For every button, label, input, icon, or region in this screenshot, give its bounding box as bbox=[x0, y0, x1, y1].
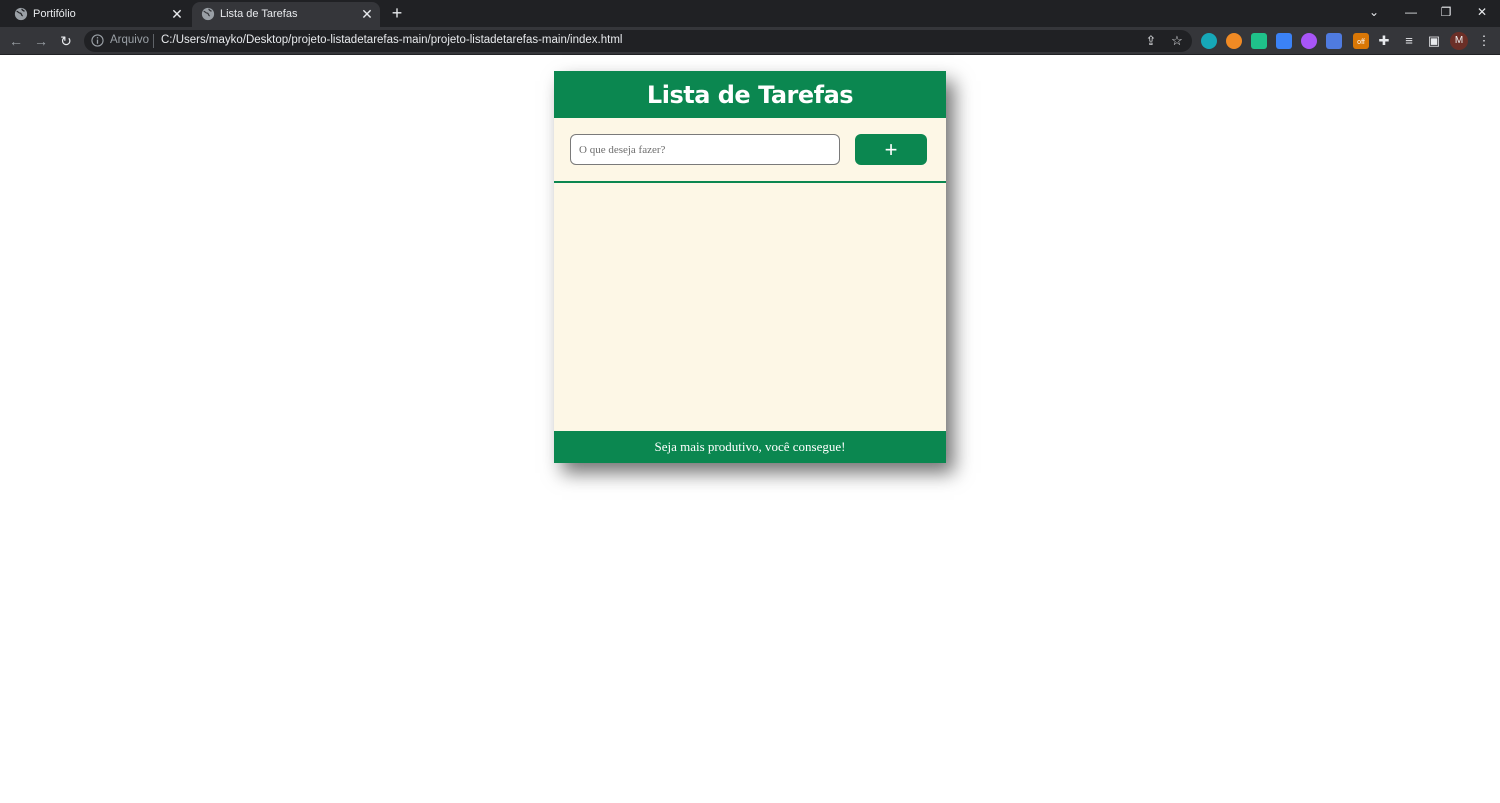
close-tab-icon[interactable]: ✕ bbox=[358, 5, 376, 23]
extension-teal-icon[interactable] bbox=[1201, 33, 1217, 49]
extension-green-icon[interactable] bbox=[1251, 33, 1267, 49]
page-title: Lista de Tarefas bbox=[646, 80, 854, 109]
share-icon[interactable]: ⇪ bbox=[1143, 33, 1159, 49]
tab-portfolio[interactable]: Portifólio ✕ bbox=[0, 2, 190, 27]
divider bbox=[153, 34, 154, 48]
address-bar[interactable]: Arquivo C:/Users/mayko/Desktop/projeto-l… bbox=[84, 30, 1192, 52]
add-task-button[interactable]: + bbox=[855, 134, 927, 165]
task-input[interactable] bbox=[570, 134, 840, 165]
todo-header: Lista de Tarefas bbox=[554, 71, 946, 118]
scheme-label: Arquivo bbox=[110, 34, 149, 46]
globe-icon bbox=[201, 7, 215, 21]
forward-icon[interactable]: → bbox=[31, 31, 51, 51]
menu-kebab-icon[interactable]: ⋮ bbox=[1475, 32, 1493, 50]
tab-search-icon[interactable]: ⌄ bbox=[1362, 2, 1386, 22]
browser-tabstrip: Portifólio ✕ Lista de Tarefas ✕ + ⌄ — ❐ … bbox=[0, 0, 1500, 27]
extension-orange-icon[interactable] bbox=[1226, 33, 1242, 49]
task-list bbox=[554, 183, 946, 431]
tab-lista-de-tarefas[interactable]: Lista de Tarefas ✕ bbox=[192, 2, 380, 27]
restore-icon[interactable]: ❐ bbox=[1434, 2, 1458, 22]
footer-text: Seja mais produtivo, você consegue! bbox=[654, 439, 846, 454]
profile-avatar[interactable]: M bbox=[1450, 32, 1468, 50]
todo-footer: Seja mais produtivo, você consegue! bbox=[554, 431, 946, 463]
back-icon[interactable]: ← bbox=[6, 31, 26, 51]
extension-translate-icon[interactable] bbox=[1326, 33, 1342, 49]
todo-card: Lista de Tarefas + Seja mais produtivo, … bbox=[554, 71, 946, 463]
info-icon[interactable] bbox=[91, 34, 104, 47]
minimize-icon[interactable]: — bbox=[1399, 2, 1423, 22]
reading-list-icon[interactable]: ≡ bbox=[1400, 32, 1418, 50]
close-tab-icon[interactable]: ✕ bbox=[168, 5, 186, 23]
side-panel-icon[interactable]: ▣ bbox=[1425, 32, 1443, 50]
extension-off-icon[interactable]: off bbox=[1353, 33, 1369, 49]
close-window-icon[interactable]: ✕ bbox=[1470, 2, 1494, 22]
browser-toolbar: ← → ↻ Arquivo C:/Users/mayko/Desktop/pro… bbox=[0, 27, 1500, 55]
star-icon[interactable]: ☆ bbox=[1169, 33, 1185, 49]
tab-title: Lista de Tarefas bbox=[220, 8, 298, 20]
globe-icon bbox=[14, 7, 28, 21]
extension-purple-icon[interactable] bbox=[1301, 33, 1317, 49]
extensions-puzzle-icon[interactable]: ✚ bbox=[1375, 32, 1393, 50]
new-tab-button[interactable]: + bbox=[388, 3, 406, 23]
extension-blue-icon[interactable] bbox=[1276, 33, 1292, 49]
tab-title: Portifólio bbox=[33, 8, 76, 20]
reload-icon[interactable]: ↻ bbox=[56, 31, 76, 51]
url-text[interactable]: C:/Users/mayko/Desktop/projeto-listadeta… bbox=[161, 34, 622, 46]
